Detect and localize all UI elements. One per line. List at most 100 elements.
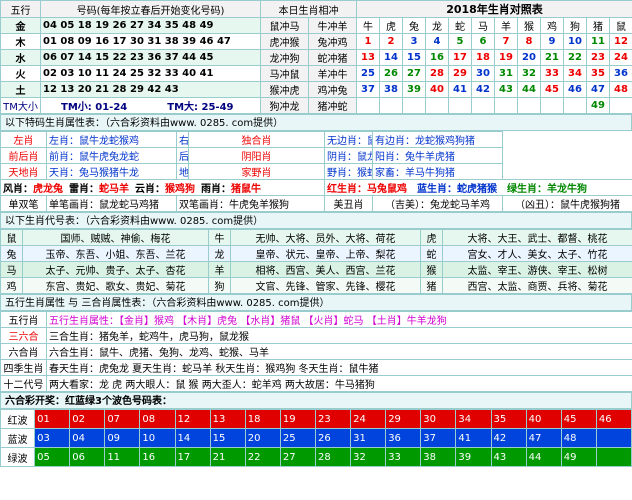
wave-label: 蓝波 (0, 428, 36, 448)
wave-number: 02 (69, 409, 106, 429)
special-value-1: 前肖：鼠牛虎兔龙蛇 (46, 147, 177, 164)
weather-zodiac-row: 风肖：虎龙兔 雷肖：蛇马羊 云肖：猴鸡狗 雨肖：猪鼠牛 红生肖：马兔鼠鸡 蓝生肖：蛇虎猪猴… (0, 179, 632, 196)
zodiac-number (517, 97, 541, 114)
wave-number: 03 (34, 428, 71, 448)
special-label-3: 独合肖 (188, 131, 325, 148)
wave-number: 44 (525, 447, 562, 467)
zodiac-number: 38 (379, 81, 403, 98)
stroke-label: 单双笔 (0, 195, 47, 212)
element-numbers: 12 13 20 21 28 29 42 43 (40, 81, 261, 98)
weather-value: 虎龙兔 (33, 184, 63, 195)
zodiac-number: 39 (402, 81, 426, 98)
five-title: 五行生肖属性 与 三合肖属性表：（六合彩资料由www. 0285. com提供） (0, 294, 632, 311)
weather-zodiac-cell: 风肖：虎龙兔 雷肖：蛇马羊 云肖：猴鸡狗 雨肖：猪鼠牛 (0, 179, 325, 196)
zodiac-number: 3 (402, 33, 426, 50)
wave-number: 34 (455, 409, 492, 429)
even-stroke: 双笔画肖：牛虎兔羊猴狗 (176, 195, 325, 212)
code-zodiac: 狗 (208, 277, 231, 294)
wave-zodiac-key: 红生肖： (327, 184, 367, 195)
zodiac-number: 20 (517, 49, 541, 66)
special-value-3: 野肖：猴蛇龙兔虎鼠 (324, 163, 373, 180)
code-zodiac: 羊 (208, 261, 231, 278)
beauty-good: （吉美）：兔龙蛇马羊鸡 (372, 195, 503, 212)
zodiac-number: 29 (448, 65, 472, 82)
wave-number: 15 (209, 428, 246, 448)
wave-number: 31 (350, 428, 387, 448)
wave-number: 49 (560, 447, 597, 467)
zodiac-name: 蛇 (448, 17, 472, 34)
zodiac-name: 龙 (425, 17, 449, 34)
zodiac-number: 4 (425, 33, 449, 50)
element-numbers: 01 08 09 16 17 30 31 38 39 46 47 (40, 33, 261, 50)
zodiac-number: 40 (425, 81, 449, 98)
tm-size-label: TM大小 (0, 97, 41, 114)
wave-number: 07 (104, 409, 141, 429)
wave-number: 32 (350, 447, 387, 467)
wave-number: 42 (490, 428, 527, 448)
code-row: 鸡东宫、贵妃、歌女、贵妃、菊花狗文官、先锋、管家、先锋、樱花猪西宫、太监、商贾、… (0, 277, 632, 294)
special-row: 左肖左肖：鼠牛龙蛇猴鸡右肖右肖：虎兔马羊狗猪独合肖无边肖：鼠牛虎兔马羊有边肖：龙… (0, 131, 632, 148)
wave-number: 39 (455, 447, 492, 467)
zodiac-name: 羊 (494, 17, 518, 34)
code-names: 无帅、大将、员外、大将、荷花 (230, 229, 421, 246)
zodiac-number: 47 (586, 81, 610, 98)
special-value-1: 左肖：鼠牛龙蛇猴鸡 (46, 131, 177, 148)
special-value-2: 右肖：虎兔马羊狗猪 (176, 131, 189, 148)
zodiac-number: 43 (494, 81, 518, 98)
zodiac-number (494, 97, 518, 114)
code-names: 国师、贼贼、神偷、梅花 (22, 229, 209, 246)
zodiac-number: 46 (563, 81, 587, 98)
beauty-label: 美丑肖 (324, 195, 373, 212)
clash-pair-2: 牛冲羊 (308, 17, 357, 34)
code-names: 玉帝、东吾、小姐、东吾、兰花 (22, 245, 209, 262)
wave-number: 36 (385, 428, 422, 448)
code-zodiac: 鼠 (0, 229, 23, 246)
element-name: 木 (0, 33, 41, 50)
wave-color-table: 红波 01 02 07 08 12 13 18 19 23 24 29 30 34 35 40 45 46 蓝波 03… (0, 409, 632, 467)
clash-pair-1: 狗冲龙 (260, 97, 309, 114)
zodiac-number: 31 (494, 65, 518, 82)
zodiac-number: 19 (494, 49, 518, 66)
wave-number: 05 (34, 447, 71, 467)
wave-row: 蓝波 03 04 09 10 14 15 20 25 26 31 36 37 41 42 47 48 (0, 428, 632, 448)
zodiac-name: 猴 (517, 17, 541, 34)
wave-number: 04 (69, 428, 106, 448)
five-value: 三合生肖：猪兔羊，蛇鸡牛，虎马狗，鼠龙猴 (46, 327, 632, 344)
zodiac-number: 12 (609, 33, 632, 50)
five-row: 三六合 三合生肖：猪兔羊，蛇鸡牛，虎马狗，鼠龙猴 (0, 327, 632, 344)
wave-number: 14 (174, 428, 211, 448)
wave-number: 43 (490, 447, 527, 467)
weather-value: 蛇马羊 (99, 184, 129, 195)
five-row: 六合肖 六合生肖：鼠牛、虎猪、兔狗、龙鸡、蛇猴、马羊 (0, 343, 632, 360)
wave-number: 28 (314, 447, 352, 467)
wave-zodiac-key: 绿生肖： (507, 184, 547, 195)
wave-number: 20 (244, 428, 281, 448)
wave-number: 06 (69, 447, 106, 467)
element-row: 金 04 05 18 19 26 27 34 35 48 49 鼠冲马 牛冲羊牛虎兔龙… (0, 17, 632, 34)
code-row: 兔玉帝、东吾、小姐、东吾、兰花龙皇帝、状元、皇帝、上帝、梨花蛇宫女、才人、美女、… (0, 245, 632, 262)
five-row: 十二代号 两大看家：龙 虎 两大眼人：鼠 猴 两大歪人：蛇羊鸡 两大故居：牛马猪狗 (0, 375, 632, 392)
wave-row: 红波 01 02 07 08 12 13 18 19 23 24 29 30 34 35 40 45 46 (0, 409, 632, 429)
code-names: 宫女、才人、美女、太子、竹花 (442, 245, 632, 262)
five-label: 三六合 (0, 327, 47, 344)
special-attribute-table: 左肖左肖：鼠牛龙蛇猴鸡右肖右肖：虎兔马羊狗猪独合肖无边肖：鼠牛虎兔马羊有边肖：龙… (0, 131, 632, 212)
element-name: 水 (0, 49, 41, 66)
zodiac-number: 48 (609, 81, 632, 98)
zodiac-number (379, 97, 403, 114)
wave-number: 12 (174, 409, 211, 429)
code-names: 西宫、太监、商贾、兵将、菊花 (442, 277, 632, 294)
element-numbers: 04 05 18 19 26 27 34 35 48 49 (40, 17, 261, 34)
clash-pair-1: 龙冲狗 (260, 49, 309, 66)
code-names: 皇帝、状元、皇帝、上帝、梨花 (230, 245, 421, 262)
zodiac-number (425, 97, 449, 114)
wave-number: 22 (244, 447, 281, 467)
clash-pair-1: 鼠冲马 (260, 17, 309, 34)
wave-number: 40 (525, 409, 562, 429)
weather-key: 雨肖： (201, 184, 231, 195)
wave-zodiac-value: 马兔鼠鸡 (367, 184, 407, 195)
zodiac-code-table: 鼠国师、贼贼、神偷、梅花牛无帅、大将、员外、大将、荷花虎大将、大王、武士、都督、… (0, 229, 632, 294)
element-row: 土 12 13 20 21 28 29 42 43 猴冲虎 鸡冲兔 37 38 39 40 41… (0, 81, 632, 98)
element-row: 水 06 07 14 15 22 23 36 37 44 45 龙冲狗 蛇冲猪 13 14… (0, 49, 632, 66)
special-value-2: 后肖：马羊猴鸡狗猪 (176, 147, 189, 164)
header-numbers: 号码(每年按立春后开始变化号码) (40, 0, 261, 18)
